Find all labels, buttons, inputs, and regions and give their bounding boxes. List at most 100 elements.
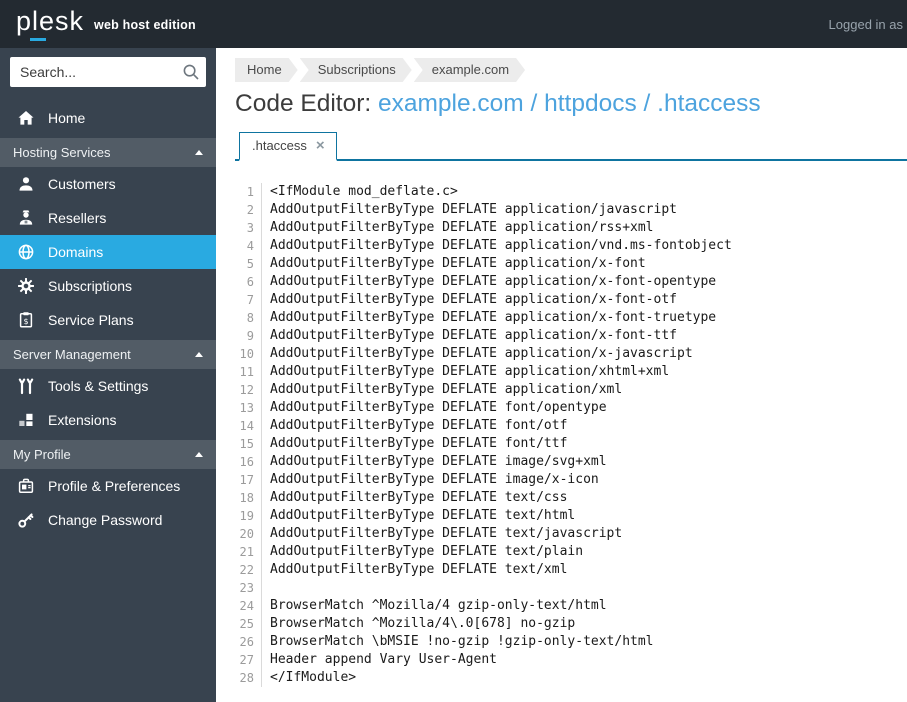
topbar: plesk web host edition Logged in as [0,0,907,48]
line-number: 26 [235,633,262,651]
section-label: My Profile [13,447,71,462]
code-line: 16 AddOutputFilterByType DEFLATE image/sv… [235,453,907,471]
sidebar-item-domains[interactable]: Domains [0,235,216,269]
code-line: 14 AddOutputFilterByType DEFLATE font/otf [235,417,907,435]
svg-text:$: $ [23,317,28,326]
sidebar-item-label: Home [48,110,86,126]
code-line: 17 AddOutputFilterByType DEFLATE image/x-… [235,471,907,489]
sidebar-item-change-password[interactable]: Change Password [0,503,216,537]
breadcrumb-item-subscriptions[interactable]: Subscriptions [300,58,412,82]
sidebar-nav: Home Hosting Services Customers Resellers Do… [0,101,216,537]
service-plans-icon: $ [17,311,35,329]
code-line: 20 AddOutputFilterByType DEFLATE text/jav… [235,525,907,543]
line-content: AddOutputFilterByType DEFLATE applicatio… [270,238,732,253]
tab-htaccess[interactable]: .htaccess × [239,132,337,161]
plesk-logo-text: plesk [16,5,85,36]
tab-bar: .htaccess × [235,132,907,161]
page-title-prefix: Code Editor: [235,90,378,117]
sidebar-item-label: Extensions [48,412,117,428]
globe-icon [17,243,35,261]
sidebar-item-label: Tools & Settings [48,378,149,394]
line-content: AddOutputFilterByType DEFLATE image/svg+… [270,454,607,469]
code-line: 27 Header append Vary User-Agent [235,651,907,669]
sidebar-item-extensions[interactable]: Extensions [0,403,216,437]
sidebar-item-home[interactable]: Home [0,101,216,135]
logged-in-as[interactable]: Logged in as [829,17,903,32]
line-content: AddOutputFilterByType DEFLATE applicatio… [270,346,693,361]
line-content: AddOutputFilterByType DEFLATE text/plain [270,544,584,559]
line-number: 27 [235,651,262,669]
line-number: 25 [235,615,262,633]
sidebar-item-service-plans[interactable]: $ Service Plans [0,303,216,337]
line-number: 13 [235,399,262,417]
code-line: 15 AddOutputFilterByType DEFLATE font/ttf [235,435,907,453]
line-number: 16 [235,453,262,471]
code-line: 1 <IfModule mod_deflate.c> [235,183,907,201]
line-content: AddOutputFilterByType DEFLATE font/ttf [270,436,568,451]
logo-underline [30,37,46,41]
line-number: 1 [235,183,262,201]
sidebar-item-label: Resellers [48,210,107,226]
collapse-arrow-icon [195,352,203,357]
line-content: AddOutputFilterByType DEFLATE text/html [270,508,576,523]
sidebar-item-resellers[interactable]: Resellers [0,201,216,235]
extensions-icon [17,411,35,429]
line-number: 2 [235,201,262,219]
line-content: AddOutputFilterByType DEFLATE applicatio… [270,364,670,379]
code-line: 8 AddOutputFilterByType DEFLATE applicati… [235,309,907,327]
breadcrumb-item-example-com[interactable]: example.com [414,58,525,82]
sidebar-item-label: Customers [48,176,116,192]
code-line: 10 AddOutputFilterByType DEFLATE applicat… [235,345,907,363]
search-input[interactable] [10,57,206,87]
line-content: <IfModule mod_deflate.c> [270,184,458,199]
tools-icon [17,377,35,395]
line-number: 22 [235,561,262,579]
sidebar-item-label: Service Plans [48,312,134,328]
sidebar-item-customers[interactable]: Customers [0,167,216,201]
id-card-icon [17,477,35,495]
line-content: AddOutputFilterByType DEFLATE font/opent… [270,400,607,415]
sidebar-item-profile-preferences[interactable]: Profile & Preferences [0,469,216,503]
line-content: </IfModule> [270,670,357,685]
code-line: 11 AddOutputFilterByType DEFLATE applicat… [235,363,907,381]
sidebar-section-hosting-services[interactable]: Hosting Services [0,138,216,167]
search-icon[interactable] [182,63,200,81]
main-content: Home Subscriptions example.com Code Editor… [216,48,907,702]
sidebar-item-subscriptions[interactable]: Subscriptions [0,269,216,303]
key-icon [17,511,35,529]
code-line: 9 AddOutputFilterByType DEFLATE applicati… [235,327,907,345]
line-number: 4 [235,237,262,255]
line-content: AddOutputFilterByType DEFLATE applicatio… [270,220,654,235]
sidebar-item-label: Profile & Preferences [48,478,181,494]
page-title: Code Editor: example.com / httpdocs / .h… [235,89,907,119]
sidebar: Home Hosting Services Customers Resellers Do… [0,48,216,702]
line-content: Header append Vary User-Agent [270,652,497,667]
line-content: BrowserMatch ^Mozilla/4\.0[678] no-gzip [270,616,576,631]
collapse-arrow-icon [195,150,203,155]
sidebar-item-tools-settings[interactable]: Tools & Settings [0,369,216,403]
line-number: 24 [235,597,262,615]
code-line: 6 AddOutputFilterByType DEFLATE applicati… [235,273,907,291]
code-line: 22 AddOutputFilterByType DEFLATE text/xml [235,561,907,579]
line-content: BrowserMatch ^Mozilla/4 gzip-only-text/h… [270,598,607,613]
section-label: Server Management [13,347,131,362]
line-number: 6 [235,273,262,291]
line-number: 15 [235,435,262,453]
line-content: AddOutputFilterByType DEFLATE text/javas… [270,526,623,541]
breadcrumb: Home Subscriptions example.com [235,58,907,82]
sidebar-section-my-profile[interactable]: My Profile [0,440,216,469]
plesk-logo: plesk [16,5,85,41]
sidebar-section-server-management[interactable]: Server Management [0,340,216,369]
line-number: 20 [235,525,262,543]
line-number: 18 [235,489,262,507]
code-line: 21 AddOutputFilterByType DEFLATE text/pla… [235,543,907,561]
line-content: AddOutputFilterByType DEFLATE applicatio… [270,202,677,217]
code-editor[interactable]: 1 <IfModule mod_deflate.c> 2 AddOutputFilte… [235,183,907,687]
code-line: 13 AddOutputFilterByType DEFLATE font/ope… [235,399,907,417]
breadcrumb-item-home[interactable]: Home [235,58,298,82]
line-number: 11 [235,363,262,381]
title-path-link[interactable]: example.com / httpdocs / .htaccess [378,90,761,117]
resellers-icon [17,209,35,227]
tab-close-icon[interactable]: × [316,138,325,153]
line-number: 10 [235,345,262,363]
